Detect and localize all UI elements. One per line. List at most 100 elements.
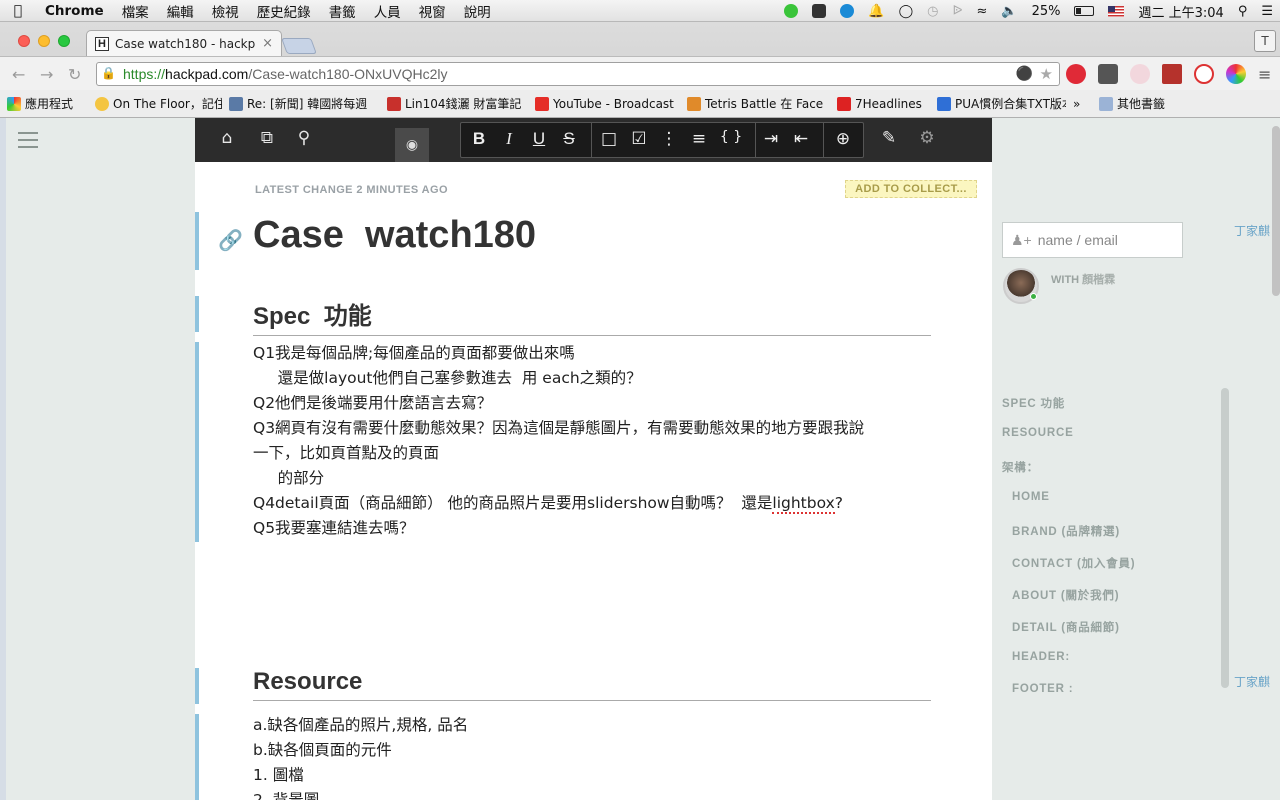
toc-item[interactable]: FOOTER : xyxy=(1012,683,1073,695)
pinterest-icon[interactable] xyxy=(1066,64,1086,84)
bookmark-item[interactable]: 7Headlines xyxy=(830,96,930,111)
line-icon[interactable] xyxy=(777,4,805,19)
checkbox-icon[interactable]: ☑ xyxy=(627,129,651,149)
minimize-window-button[interactable] xyxy=(38,35,50,47)
section-heading-resource[interactable]: Resource xyxy=(253,668,931,701)
profile-button[interactable]: T xyxy=(1254,30,1276,52)
section-heading-spec[interactable]: Spec 功能 xyxy=(253,296,931,336)
spotlight-icon[interactable]: ⚲ xyxy=(1231,4,1255,19)
input-source-flag-icon[interactable] xyxy=(1101,4,1131,19)
toc-item[interactable]: CONTACT (加入會員) xyxy=(1012,555,1135,571)
evernote-icon[interactable] xyxy=(805,4,833,19)
content-line[interactable]: Q5我要塞連結進去嗎？ xyxy=(253,516,415,541)
back-arrow-icon[interactable]: ← xyxy=(12,65,25,84)
bookmark-item[interactable]: On The Floor，記住 xyxy=(88,95,222,112)
italic-icon[interactable]: I xyxy=(497,129,521,149)
content-line-q4[interactable]: Q4detail頁面（商品細節） 他的商品照片是要用slidershow自動嗎？… xyxy=(253,491,843,516)
strikethrough-icon[interactable]: S xyxy=(557,129,581,149)
content-line[interactable]: 1. 圖檔 xyxy=(253,763,304,788)
toc-item[interactable]: HEADER: xyxy=(1012,651,1070,663)
bookmark-item[interactable]: Lin104錢灑 財富筆記 xyxy=(380,95,528,112)
battery-icon[interactable] xyxy=(1067,4,1101,19)
collaborator-name[interactable]: 顏楷霖 xyxy=(1082,274,1115,286)
toc-scrollbar[interactable] xyxy=(1221,388,1229,688)
bookmark-item[interactable]: PUA慣例合集TXT版本 xyxy=(930,95,1066,112)
toc-item[interactable]: HOME xyxy=(1012,491,1050,503)
volume-icon[interactable]: 🔈 xyxy=(994,4,1024,19)
invite-input[interactable]: ♟+ name / email xyxy=(1002,222,1183,258)
menu-history[interactable]: 歷史紀錄 xyxy=(248,1,320,21)
content-line[interactable]: 的部分 xyxy=(253,466,325,491)
underline-icon[interactable]: U xyxy=(527,129,551,149)
comment-icon[interactable]: □ xyxy=(597,129,621,149)
notification-center-icon[interactable]: ☰ xyxy=(1254,4,1280,19)
content-line[interactable]: a.缺各個產品的照片,規格, 品名 xyxy=(253,713,468,738)
toc-item[interactable]: DETAIL (商品細節) xyxy=(1012,619,1120,635)
settings-gear-icon[interactable]: ⚙ xyxy=(915,128,939,148)
menu-file[interactable]: 檔案 xyxy=(113,1,158,21)
wifi-icon[interactable]: ≈ xyxy=(969,4,994,19)
address-bar[interactable]: 🔒 https:// hackpad.com /Case-watch180-ON… xyxy=(96,62,1060,86)
bell-icon[interactable]: 🔔 xyxy=(861,4,891,19)
toc-item[interactable]: SPEC 功能 xyxy=(1002,395,1065,411)
menu-window[interactable]: 視窗 xyxy=(410,1,455,21)
bookmarks-overflow-button[interactable]: » xyxy=(1066,97,1092,111)
add-to-collection-button[interactable]: ADD TO COLLECT... xyxy=(845,180,977,198)
menu-help[interactable]: 說明 xyxy=(455,1,500,21)
bluetooth-icon[interactable]: ᐉ xyxy=(945,4,969,19)
author-label[interactable]: 丁家麒 xyxy=(1094,673,1280,690)
content-line[interactable]: Q2他們是後端要用什麼語言去寫？ xyxy=(253,391,492,416)
hamburger-menu-icon[interactable] xyxy=(18,132,38,153)
content-line[interactable]: Q3網頁有沒有需要什麼動態效果？因為這個是靜態圖片，有需要動態效果的地方要跟我說 xyxy=(253,416,864,441)
bullet-list-icon[interactable]: ⋮ xyxy=(657,129,681,149)
zoom-window-button[interactable] xyxy=(58,35,70,47)
timer-icon[interactable] xyxy=(1194,64,1214,84)
bookmark-item[interactable]: Re: [新聞] 韓國將每週 xyxy=(222,95,380,112)
menubar-clock[interactable]: 週二 上午3:04 xyxy=(1131,2,1230,21)
spellcheck-word[interactable]: lightbox xyxy=(772,494,835,514)
rss-feed-icon[interactable]: ◉ xyxy=(395,128,429,162)
sync-icon[interactable]: ◯ xyxy=(892,4,921,19)
reload-icon[interactable]: ↻ xyxy=(68,65,81,84)
extension-avatar-icon[interactable] xyxy=(1130,64,1150,84)
content-line[interactable]: 2. 背景圖 xyxy=(253,788,319,800)
content-line[interactable]: 還是做layout他們自己塞參數進去 用 each之類的？ xyxy=(253,366,642,391)
toc-item[interactable]: ABOUT (關於我們) xyxy=(1012,587,1119,603)
pad-title[interactable]: Case watch180 xyxy=(253,214,536,257)
menu-view[interactable]: 檢視 xyxy=(203,1,248,21)
toc-item[interactable]: BRAND (品牌精選) xyxy=(1012,523,1120,539)
collaborator-avatar[interactable] xyxy=(1003,268,1039,304)
page-scrollbar[interactable] xyxy=(1272,126,1280,296)
content-line[interactable]: Q1我是每個品牌;每個產品的頁面都要做出來嗎 xyxy=(253,341,575,366)
edit-pencil-icon[interactable]: ✎ xyxy=(877,128,901,148)
toc-item[interactable]: 架構： xyxy=(1002,459,1039,475)
skype-icon[interactable] xyxy=(833,4,861,19)
code-icon[interactable]: { } xyxy=(719,129,743,145)
numbered-list-icon[interactable]: ≡ xyxy=(687,129,711,149)
bold-icon[interactable]: B xyxy=(467,129,491,149)
pocket-icon[interactable] xyxy=(1098,64,1118,84)
insert-plus-icon[interactable]: ⊕ xyxy=(831,129,855,149)
home-icon[interactable]: ⌂ xyxy=(215,128,239,148)
content-line[interactable]: b.缺各個頁面的元件 xyxy=(253,738,392,763)
outdent-icon[interactable]: ⇤ xyxy=(789,129,813,149)
other-bookmarks[interactable]: 其他書籤 xyxy=(1092,95,1172,112)
menu-app-name[interactable]: Chrome xyxy=(36,3,113,19)
menu-bookmarks[interactable]: 書籤 xyxy=(320,1,365,21)
forward-arrow-icon[interactable]: → xyxy=(40,65,53,84)
close-window-button[interactable] xyxy=(18,35,30,47)
color-wheel-icon[interactable] xyxy=(1226,64,1246,84)
bookmark-apps[interactable]: 應用程式 xyxy=(0,95,88,112)
indent-icon[interactable]: ⇥ xyxy=(759,129,783,149)
bookmark-item[interactable]: YouTube - Broadcast xyxy=(528,96,680,111)
content-line[interactable]: 一下，比如頁首點及的頁面 xyxy=(253,441,439,466)
time-machine-icon[interactable]: ◷ xyxy=(920,4,945,19)
tab-close-icon[interactable]: × xyxy=(262,36,273,51)
menu-people[interactable]: 人員 xyxy=(365,1,410,21)
new-pad-icon[interactable]: ⧉ xyxy=(255,128,279,148)
lightbulb-icon[interactable]: ⚫ xyxy=(1016,65,1033,82)
apple-icon[interactable]:  xyxy=(0,3,36,19)
red-bookmark-icon[interactable] xyxy=(1162,64,1182,84)
toc-item[interactable]: RESOURCE xyxy=(1002,427,1074,439)
new-tab-button[interactable] xyxy=(281,38,317,54)
